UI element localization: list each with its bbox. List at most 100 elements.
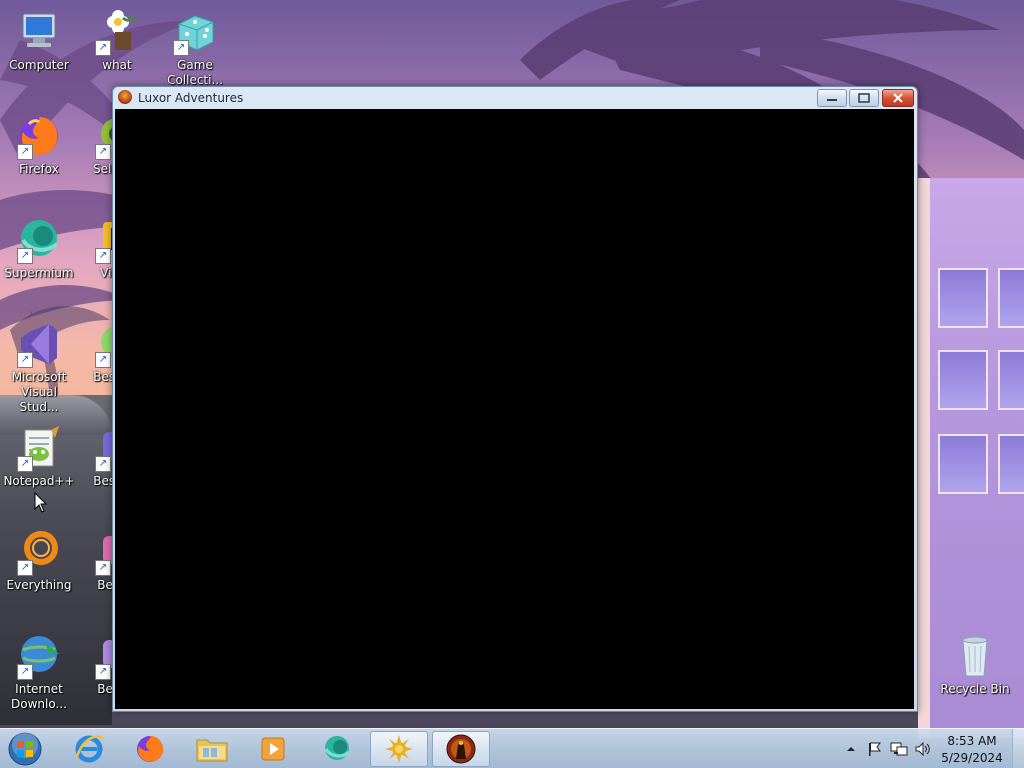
close-button[interactable] (882, 89, 914, 107)
game-icon: ↗ (93, 528, 112, 576)
taskbar-luxor-adventures[interactable] (432, 731, 490, 767)
clock-time[interactable]: 8:53 AM (932, 734, 1012, 748)
desktop-icon-label: what (102, 58, 132, 72)
desktop-icon-best-3[interactable]: ↗ Best H (79, 528, 112, 593)
app-icon: ↗ (93, 216, 112, 264)
notepadpp-icon: ↗ (15, 424, 63, 472)
game-icon: ↗ (93, 424, 112, 472)
shortcut-arrow-icon: ↗ (17, 144, 33, 160)
supermium-icon: ↗ (15, 216, 63, 264)
building-window (998, 434, 1024, 494)
desktop-icon-best-2[interactable]: ↗ Best Hit (79, 424, 112, 489)
show-hidden-icons-icon[interactable] (846, 744, 856, 754)
icon-column-clip: ↗ Sele We ↗ Vis St ↗ Best Hit ↗ Best Hit (79, 100, 112, 720)
desktop-icon-best-1[interactable]: ↗ Best Hit (79, 320, 112, 385)
desktop-icon-computer[interactable]: Computer (1, 8, 77, 73)
shortcut-arrow-icon: ↗ (95, 664, 111, 680)
firefox-icon (137, 736, 164, 762)
visual-studio-icon: ↗ (15, 320, 63, 368)
maximize-button[interactable] (849, 89, 879, 107)
luxor-icon (446, 734, 476, 764)
desktop-icon-label: Recycle Bin (940, 682, 1010, 696)
close-icon (893, 93, 903, 103)
desktop-icon-game-collection[interactable]: ↗ Game Collecti... (157, 8, 233, 88)
shortcut-arrow-icon: ↗ (17, 248, 33, 264)
desktop-icon-idm[interactable]: ↗ Internet Downlo... (1, 632, 77, 712)
desktop-icon-visual-studio[interactable]: ↗ Microsoft Visual Stud... (1, 320, 77, 415)
desktop-icon-label: Best H (97, 682, 112, 696)
shortcut-arrow-icon: ↗ (95, 352, 111, 368)
desktop-icon-label: Supermium (4, 266, 74, 280)
desktop-icon-label: Microsoft Visual Stud... (11, 370, 67, 414)
taskbar-sun-game[interactable] (370, 731, 428, 767)
taskbar-supermium[interactable] (308, 731, 366, 767)
action-center-flag-icon[interactable] (866, 741, 882, 757)
taskbar: 8:53 AM 5/29/2024 (0, 728, 1024, 768)
dice-icon: ↗ (171, 8, 219, 56)
desktop-icon-label: Best H (97, 578, 112, 592)
window-titlebar[interactable]: Luxor Adventures (113, 87, 917, 109)
desktop-icon-notepadpp[interactable]: ↗ Notepad++ (1, 424, 77, 489)
shortcut-arrow-icon: ↗ (17, 664, 33, 680)
game-icon: ↗ (93, 632, 112, 680)
building-edge (918, 178, 930, 738)
desktop-icon-label: Notepad++ (3, 474, 75, 488)
minimize-icon (827, 99, 837, 101)
supermium-icon (324, 736, 350, 760)
shortcut-arrow-icon: ↗ (17, 352, 33, 368)
game-icon: ↗ (93, 320, 112, 368)
recycle-bin-icon (951, 632, 999, 680)
shortcut-arrow-icon: ↗ (95, 456, 111, 472)
desktop-icon-best-4[interactable]: ↗ Best H (79, 632, 112, 697)
windows-logo-icon (8, 732, 42, 766)
flower-icon: ↗ (93, 8, 141, 56)
minimize-button[interactable] (817, 89, 847, 107)
computer-icon (15, 8, 63, 56)
folder-icon (196, 739, 228, 762)
building-window (938, 350, 988, 410)
mouse-cursor-icon (34, 492, 48, 513)
taskbar-firefox[interactable] (121, 731, 179, 767)
desktop-icon-label: Game Collecti... (167, 58, 223, 87)
start-button[interactable] (6, 731, 44, 767)
building-window (938, 434, 988, 494)
game-viewport[interactable] (115, 109, 914, 709)
desktop-icon-firefox[interactable]: ↗ Firefox (1, 112, 77, 177)
desktop: Computer ↗ Firefox ↗ Supermium ↗ Microso… (0, 0, 1024, 768)
shortcut-arrow-icon: ↗ (17, 560, 33, 576)
shortcut-arrow-icon: ↗ (95, 144, 111, 160)
everything-icon: ↗ (15, 528, 63, 576)
luxor-adventures-window[interactable]: Luxor Adventures (112, 86, 918, 712)
desktop-icon-sele[interactable]: ↗ Sele We (79, 112, 112, 177)
shortcut-arrow-icon: ↗ (95, 248, 111, 264)
sun-icon (385, 735, 413, 763)
desktop-icon-label: Sele We (92, 162, 112, 176)
maximize-icon (858, 93, 870, 103)
volume-icon[interactable] (914, 741, 932, 757)
desktop-icon-label: Best Hit (93, 370, 112, 384)
desktop-icon-label: Best Hit (93, 474, 112, 488)
luxor-icon (118, 90, 132, 104)
app-icon: ↗ (93, 112, 112, 160)
shortcut-arrow-icon: ↗ (173, 40, 189, 56)
desktop-icon-label: Internet Downlo... (11, 682, 67, 711)
shortcut-arrow-icon: ↗ (17, 456, 33, 472)
desktop-icon-everything[interactable]: ↗ Everything (1, 528, 77, 593)
ie-icon (75, 735, 105, 763)
taskbar-media-player[interactable] (244, 731, 302, 767)
desktop-icon-vis[interactable]: ↗ Vis St (79, 216, 112, 281)
show-desktop-button[interactable] (1012, 729, 1024, 768)
window-title: Luxor Adventures (138, 91, 244, 105)
firefox-icon: ↗ (15, 112, 63, 160)
taskbar-file-explorer[interactable] (183, 731, 241, 767)
desktop-icon-recycle-bin[interactable]: Recycle Bin (937, 632, 1013, 697)
desktop-icon-supermium[interactable]: ↗ Supermium (1, 216, 77, 281)
building-window (998, 268, 1024, 328)
shortcut-arrow-icon: ↗ (95, 560, 111, 576)
taskbar-internet-explorer[interactable] (60, 731, 118, 767)
desktop-icon-label: Firefox (19, 162, 59, 176)
desktop-icon-label: Computer (9, 58, 69, 72)
network-icon[interactable] (890, 741, 908, 757)
desktop-icon-what[interactable]: ↗ what (79, 8, 155, 73)
clock-date[interactable]: 5/29/2024 (932, 751, 1012, 765)
